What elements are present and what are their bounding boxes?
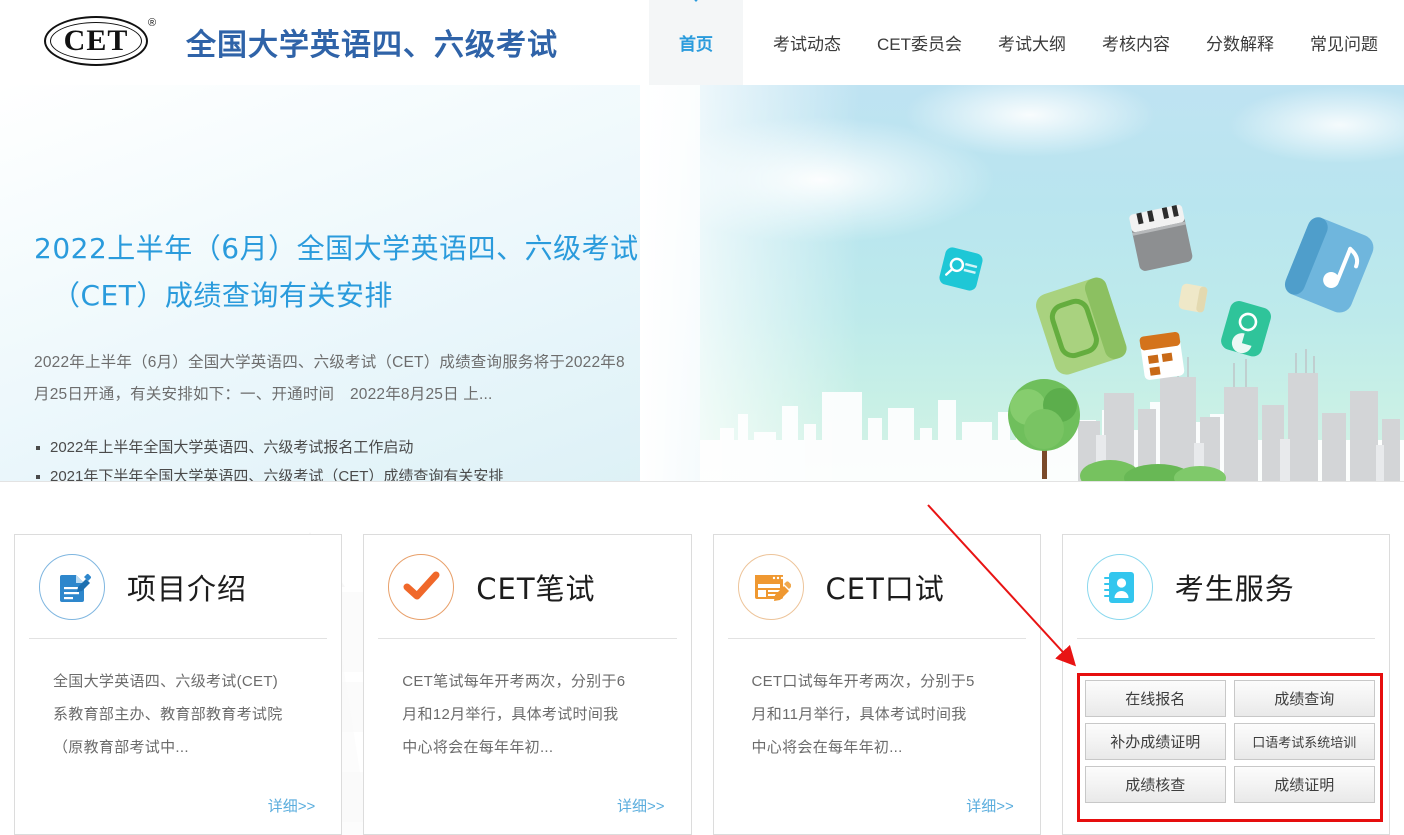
card-header: CET口试 [714, 535, 1040, 638]
nav-item-label: CET委员会 [877, 30, 962, 55]
card-text-line: 全国大学英语四、六级考试(CET) [53, 665, 311, 698]
list-item[interactable]: 2022年上半年全国大学英语四、六级考试报名工作启动 [34, 433, 664, 462]
main-nav: 首页 考试动态 CET委员会 考试大纲 考核内容 分数解释 常见问题 [649, 0, 1404, 85]
banner-news-list: 2022年上半年全国大学英语四、六级考试报名工作启动 2021年下半年全国大学英… [34, 433, 664, 482]
banner-title[interactable]: 2022上半年（6月）全国大学英语四、六级考试 （CET）成绩查询有关安排 [34, 225, 664, 319]
card-title: CET笔试 [476, 566, 595, 608]
card-title: 考生服务 [1175, 566, 1295, 608]
card-text-line: CET笔试每年开考两次，分别于6 [402, 665, 660, 698]
card-text-line: 中心将会在每年年初... [402, 731, 660, 764]
nav-item-news[interactable]: 考试动态 [755, 0, 859, 85]
contact-book-icon [1087, 554, 1153, 620]
banner-text-block: 2022上半年（6月）全国大学英语四、六级考试 （CET）成绩查询有关安排 20… [34, 225, 664, 482]
card-text-line: CET口试每年开考两次，分别于5 [752, 665, 1010, 698]
orange-calendar-cube-icon [1137, 327, 1188, 385]
button-oral-exam-system-training[interactable]: 口语考试系统培训 [1234, 723, 1375, 760]
card-text-line: 中心将会在每年年初... [752, 731, 1010, 764]
blue-music-cube-icon [1276, 209, 1386, 325]
hero-banner: 2022上半年（6月）全国大学英语四、六级考试 （CET）成绩查询有关安排 20… [0, 85, 1404, 482]
card-text-line: 系教育部主办、教育部教育考试院 [53, 698, 311, 731]
button-reissue-score-certificate[interactable]: 补办成绩证明 [1085, 723, 1226, 760]
card-body: CET笔试每年开考两次，分别于6 月和12月举行，具体考试时间我 中心将会在每年… [364, 639, 690, 764]
nav-item-label: 考核内容 [1102, 30, 1170, 55]
card-header: 考生服务 [1063, 535, 1389, 638]
card-body: 全国大学英语四、六级考试(CET) 系教育部主办、教育部教育考试院 （原教育部考… [15, 639, 341, 764]
cyan-cube-icon [936, 244, 987, 295]
registered-trademark-icon: ® [148, 17, 156, 29]
card-header: CET笔试 [364, 535, 690, 638]
card-body: CET口试每年开考两次，分别于5 月和11月举行，具体考试时间我 中心将会在每年… [714, 639, 1040, 764]
button-score-query[interactable]: 成绩查询 [1234, 680, 1375, 717]
nav-item-label: 考试动态 [773, 30, 841, 55]
nav-item-label: 分数解释 [1206, 30, 1274, 55]
page-root: CET ® 全国大学英语四、六级考试 首页 考试动态 CET委员会 考试大纲 考… [0, 0, 1404, 835]
card-project-intro[interactable]: 项目介绍 全国大学英语四、六级考试(CET) 系教育部主办、教育部教育考试院 （… [14, 534, 342, 835]
banner-title-line1: 2022上半年（6月）全国大学英语四、六级考试 [34, 232, 639, 265]
brand[interactable]: CET ® 全国大学英语四、六级考试 [44, 14, 558, 70]
card-candidate-services[interactable]: 考生服务 在线报名 成绩查询 补办成绩证明 口语考试系统培训 成绩核查 成绩证明 [1062, 534, 1390, 835]
cream-cube-icon [1176, 281, 1211, 316]
nav-item-faq[interactable]: 常见问题 [1292, 0, 1404, 85]
button-online-registration[interactable]: 在线报名 [1085, 680, 1226, 717]
list-item[interactable]: 2021年下半年全国大学英语四、六级考试（CET）成绩查询有关安排 [34, 462, 664, 482]
card-text-line: 月和12月举行，具体考试时间我 [402, 698, 660, 731]
nav-item-content[interactable]: 考核内容 [1084, 0, 1188, 85]
banner-title-line2: （CET）成绩查询有关安排 [34, 272, 664, 319]
card-text-line: （原教育部考试中... [53, 731, 311, 764]
grey-piano-cube-icon [1124, 199, 1198, 276]
nav-item-syllabus[interactable]: 考试大纲 [980, 0, 1084, 85]
card-cet-oral[interactable]: CET口试 CET口试每年开考两次，分别于5 月和11月举行，具体考试时间我 中… [713, 534, 1041, 835]
cet-logo-text: CET [44, 16, 148, 66]
card-detail-link[interactable]: 详细>> [617, 795, 665, 816]
button-score-verification[interactable]: 成绩核查 [1085, 766, 1226, 803]
chevron-down-icon [687, 0, 705, 2]
service-cards: 项目介绍 全国大学英语四、六级考试(CET) 系教育部主办、教育部教育考试院 （… [14, 534, 1390, 835]
card-detail-link[interactable]: 详细>> [268, 795, 316, 816]
form-pen-icon [738, 554, 804, 620]
shrub-icon [1080, 442, 1230, 482]
button-score-certificate[interactable]: 成绩证明 [1234, 766, 1375, 803]
tree-icon [1000, 375, 1090, 480]
banner-fade-overlay [640, 85, 860, 482]
banner-description: 2022年上半年（6月）全国大学英语四、六级考试（CET）成绩查询服务将于202… [34, 347, 634, 411]
card-text-line: 月和11月举行，具体考试时间我 [752, 698, 1010, 731]
card-title: 项目介绍 [127, 566, 247, 608]
site-header: CET ® 全国大学英语四、六级考试 首页 考试动态 CET委员会 考试大纲 考… [0, 0, 1404, 85]
nav-item-label: 常见问题 [1310, 30, 1378, 55]
nav-item-label: 考试大纲 [998, 30, 1066, 55]
cet-logo-icon: CET ® [44, 14, 156, 70]
document-pen-icon [39, 554, 105, 620]
check-mark-icon [388, 554, 454, 620]
service-button-grid: 在线报名 成绩查询 补办成绩证明 口语考试系统培训 成绩核查 成绩证明 [1077, 673, 1383, 810]
brand-title: 全国大学英语四、六级考试 [186, 20, 558, 64]
card-title: CET口试 [826, 566, 945, 608]
nav-item-committee[interactable]: CET委员会 [859, 0, 980, 85]
nav-item-label: 首页 [679, 30, 713, 55]
nav-item-score-explanation[interactable]: 分数解释 [1188, 0, 1292, 85]
card-header: 项目介绍 [15, 535, 341, 638]
card-cet-written[interactable]: CET笔试 CET笔试每年开考两次，分别于6 月和12月举行，具体考试时间我 中… [363, 534, 691, 835]
divider [1077, 638, 1375, 639]
card-detail-link[interactable]: 详细>> [966, 795, 1014, 816]
nav-item-home[interactable]: 首页 [649, 0, 743, 85]
